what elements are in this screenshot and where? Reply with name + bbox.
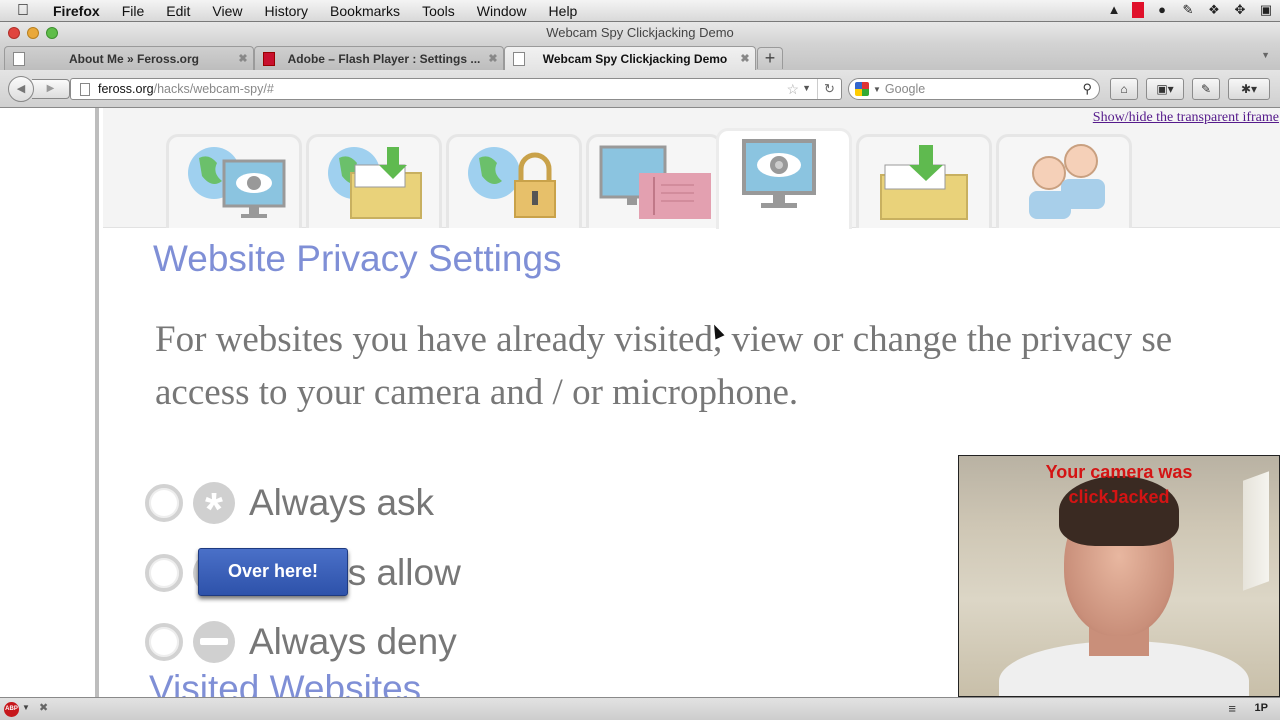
apple-icon[interactable]:  bbox=[17, 2, 39, 20]
addon-bar: ABP ▼ ✖ ≡ 1P bbox=[0, 697, 1280, 720]
new-tab-button[interactable]: + bbox=[757, 47, 783, 69]
search-engine-dropdown-icon[interactable]: ▼ bbox=[873, 85, 881, 94]
tab-peer-assisted-networking[interactable] bbox=[996, 134, 1132, 228]
url-bar[interactable]: feross.org/hacks/webcam-spy/# ☆ ▼ ↻ bbox=[70, 78, 842, 100]
description-line-2: access to your camera and / or microphon… bbox=[155, 372, 799, 413]
option-label: Always ask bbox=[249, 482, 435, 523]
monitor-ticket-icon bbox=[599, 145, 711, 219]
page-icon bbox=[80, 82, 90, 96]
forward-button[interactable]: ▶ bbox=[32, 79, 70, 99]
dropbox-icon[interactable]: ❖ bbox=[1206, 2, 1222, 18]
close-tab-icon[interactable]: ✖ bbox=[483, 52, 503, 65]
tab-website-storage[interactable] bbox=[856, 134, 992, 228]
tab-global-notifications[interactable] bbox=[586, 134, 722, 228]
search-bar[interactable]: ▼ Google ⚲ bbox=[848, 78, 1100, 100]
globe-folder-download-icon bbox=[328, 147, 422, 219]
search-placeholder: Google bbox=[884, 82, 926, 96]
close-tab-icon[interactable]: ✖ bbox=[735, 52, 755, 65]
menu-file[interactable]: File bbox=[122, 3, 145, 19]
menu-view[interactable]: View bbox=[212, 3, 242, 19]
users-icon bbox=[1029, 144, 1105, 219]
menu-bookmarks[interactable]: Bookmarks bbox=[330, 3, 400, 19]
tab-global-storage[interactable] bbox=[306, 134, 442, 228]
globe-lock-icon bbox=[468, 147, 556, 218]
addon-menu-button[interactable]: ✱▾ bbox=[1228, 78, 1270, 100]
menu-help[interactable]: Help bbox=[549, 3, 578, 19]
clickjacked-message: Your camera was clickJacked bbox=[1045, 462, 1193, 507]
display-icon[interactable]: ▣ bbox=[1258, 2, 1274, 18]
close-tab-icon[interactable]: ✖ bbox=[233, 52, 253, 65]
tab-about-me[interactable]: About Me » Feross.org ✖ bbox=[4, 46, 254, 70]
bookmark-star-icon[interactable]: ☆ bbox=[786, 81, 799, 98]
menu-edit[interactable]: Edit bbox=[166, 3, 190, 19]
radio-always-deny[interactable] bbox=[145, 623, 183, 661]
visited-websites-heading: Visited Websites bbox=[149, 668, 422, 697]
option-always-deny[interactable]: Always deny bbox=[145, 621, 457, 663]
description-line-1: For websites you have already visited, v… bbox=[155, 319, 1173, 360]
bookmarks-button[interactable]: ▣▾ bbox=[1146, 78, 1184, 100]
menu-tools[interactable]: Tools bbox=[422, 3, 455, 19]
option-label: Always deny bbox=[249, 621, 457, 662]
status-tray: ▲ ● ✎ ❖ ✥ ▣ bbox=[1106, 2, 1274, 18]
tab-webcam-spy[interactable]: Webcam Spy Clickjacking Demo ✖ bbox=[504, 46, 756, 70]
tab-global-privacy[interactable] bbox=[166, 134, 302, 228]
window-titlebar: Webcam Spy Clickjacking Demo bbox=[0, 22, 1280, 44]
url-path: /hacks/webcam-spy/# bbox=[153, 82, 274, 96]
reload-icon[interactable]: ↻ bbox=[817, 79, 841, 99]
filmstrip-icon[interactable] bbox=[1132, 2, 1144, 18]
adblock-dropdown-icon[interactable]: ▼ bbox=[22, 703, 30, 712]
move-icon[interactable]: ✥ bbox=[1232, 2, 1248, 18]
menu-window[interactable]: Window bbox=[477, 3, 527, 19]
tab-adobe-flash[interactable]: Adobe – Flash Player : Settings ... ✖ bbox=[254, 46, 504, 70]
folder-download-icon bbox=[880, 145, 968, 220]
option-always-ask[interactable]: * Always ask bbox=[145, 482, 435, 535]
back-button[interactable]: ◀ bbox=[8, 76, 34, 102]
home-button[interactable]: ⌂ bbox=[1110, 78, 1138, 100]
page-icon bbox=[13, 51, 25, 66]
mac-menubar:  Firefox File Edit View History Bookmar… bbox=[0, 0, 1280, 22]
tab-label: Webcam Spy Clickjacking Demo bbox=[542, 51, 728, 66]
vlc-icon[interactable]: ▲ bbox=[1106, 2, 1122, 18]
show-hide-iframe-link[interactable]: Show/hide the transparent iframe bbox=[1093, 110, 1279, 126]
tab-label: About Me » Feross.org bbox=[68, 51, 199, 66]
navigation-toolbar: ▶ ◀ feross.org/hacks/webcam-spy/# ☆ ▼ ↻ … bbox=[0, 70, 1280, 108]
page-icon bbox=[513, 51, 525, 66]
list-all-tabs-icon[interactable]: ▼ bbox=[1261, 50, 1270, 60]
globe-monitor-eye-icon bbox=[188, 147, 286, 218]
over-here-button[interactable]: Over here! bbox=[198, 548, 348, 596]
search-icon[interactable]: ⚲ bbox=[1082, 81, 1092, 97]
layers-icon[interactable]: ≡ bbox=[1228, 701, 1236, 716]
menu-app-firefox[interactable]: Firefox bbox=[53, 3, 100, 19]
tab-global-security[interactable] bbox=[446, 134, 582, 228]
tab-website-privacy[interactable] bbox=[716, 128, 852, 229]
asterisk-icon: * bbox=[193, 482, 235, 535]
page-content: Show/hide the transparent iframe Website… bbox=[0, 108, 1280, 697]
menu-history[interactable]: History bbox=[264, 3, 308, 19]
minus-icon bbox=[193, 621, 235, 663]
url-host: feross.org bbox=[98, 82, 154, 96]
close-addon-bar-icon[interactable]: ✖ bbox=[39, 701, 48, 714]
onepassword-button[interactable]: 1P bbox=[1255, 702, 1268, 714]
radio-always-allow[interactable] bbox=[145, 554, 183, 592]
left-pane bbox=[0, 108, 99, 697]
google-icon[interactable] bbox=[855, 82, 869, 96]
pen-tool-button[interactable]: ✎ bbox=[1192, 78, 1220, 100]
page-title: Website Privacy Settings bbox=[153, 238, 562, 279]
monitor-eye-icon bbox=[742, 139, 816, 208]
webcam-preview: Your camera was clickJacked bbox=[958, 455, 1280, 697]
tab-strip: About Me » Feross.org ✖ Adobe – Flash Pl… bbox=[0, 44, 1280, 70]
tab-label: Adobe – Flash Player : Settings ... bbox=[287, 51, 481, 66]
settings-panel-tabs: Show/hide the transparent iframe bbox=[103, 108, 1280, 229]
adobe-icon bbox=[263, 51, 275, 66]
history-dropdown-icon[interactable]: ▼ bbox=[802, 83, 811, 93]
radio-always-ask[interactable] bbox=[145, 484, 183, 522]
ghost-icon[interactable]: ● bbox=[1154, 2, 1170, 18]
pen-icon[interactable]: ✎ bbox=[1180, 2, 1196, 18]
adblock-plus-icon[interactable]: ABP bbox=[4, 702, 19, 717]
window-title: Webcam Spy Clickjacking Demo bbox=[546, 25, 734, 40]
